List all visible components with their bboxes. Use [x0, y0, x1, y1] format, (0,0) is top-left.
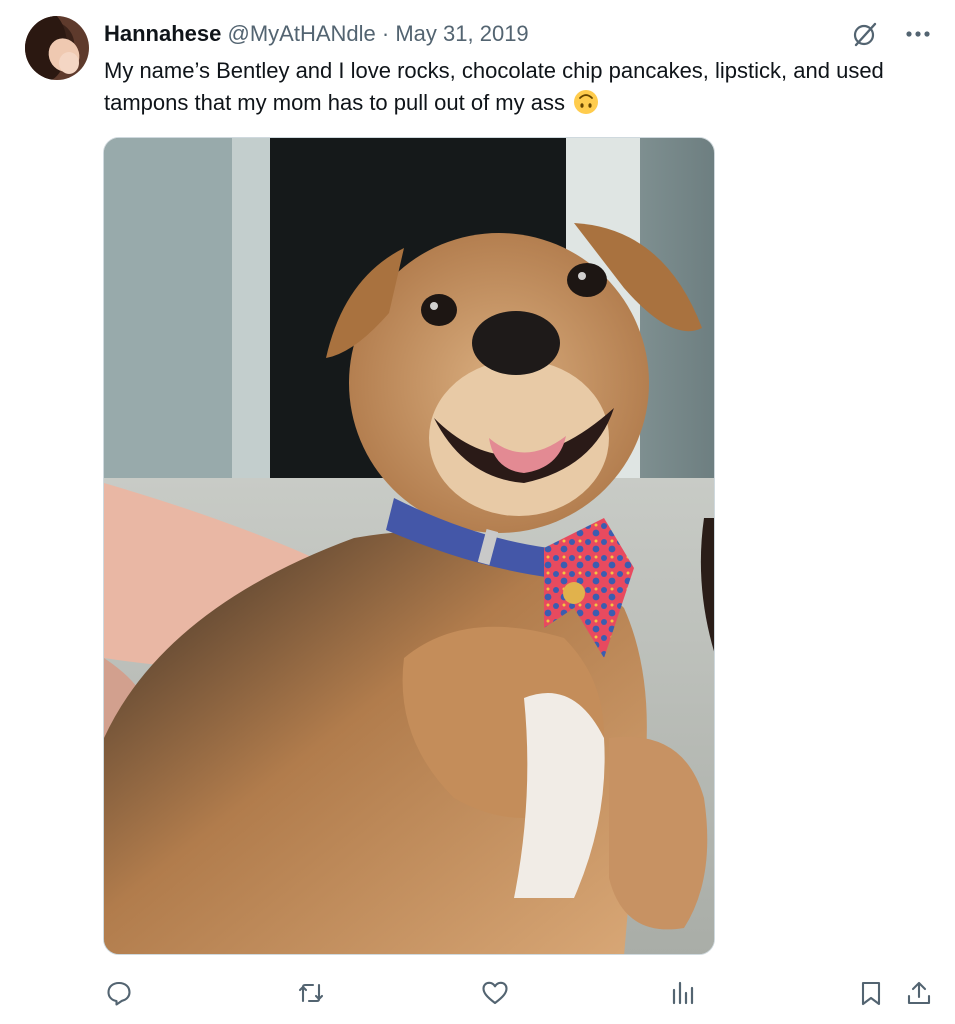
share-icon[interactable]: [904, 978, 934, 1008]
tweet-actions: [0, 978, 955, 1010]
tweet-text: My name’s Bentley and I love rocks, choc…: [104, 55, 934, 119]
tweet-text-content: My name’s Bentley and I love rocks, choc…: [104, 58, 884, 115]
avatar-cheek: [59, 52, 79, 74]
reply-icon[interactable]: [104, 978, 134, 1008]
grok-icon[interactable]: [851, 20, 879, 48]
more-icon[interactable]: [905, 30, 931, 38]
author-handle[interactable]: @MyAtHANdle: [228, 21, 376, 46]
tweet-date[interactable]: May 31, 2019: [395, 21, 528, 46]
tweet: Hannahese @MyAtHANdle · May 31, 2019 My …: [0, 0, 955, 1024]
bookmark-icon[interactable]: [856, 978, 886, 1008]
tweet-photo[interactable]: [103, 137, 715, 955]
like-icon[interactable]: [480, 978, 510, 1008]
views-icon[interactable]: [668, 978, 698, 1008]
tweet-top-icons: [851, 20, 931, 48]
dog-photo-illustration: [104, 138, 714, 954]
tweet-header: Hannahese @MyAtHANdle · May 31, 2019: [104, 20, 529, 48]
retweet-icon[interactable]: [296, 978, 326, 1008]
upside-down-face-icon: [573, 89, 599, 115]
author-avatar[interactable]: [25, 16, 89, 80]
header-separator: ·: [381, 21, 390, 46]
author-display-name[interactable]: Hannahese: [104, 21, 221, 46]
